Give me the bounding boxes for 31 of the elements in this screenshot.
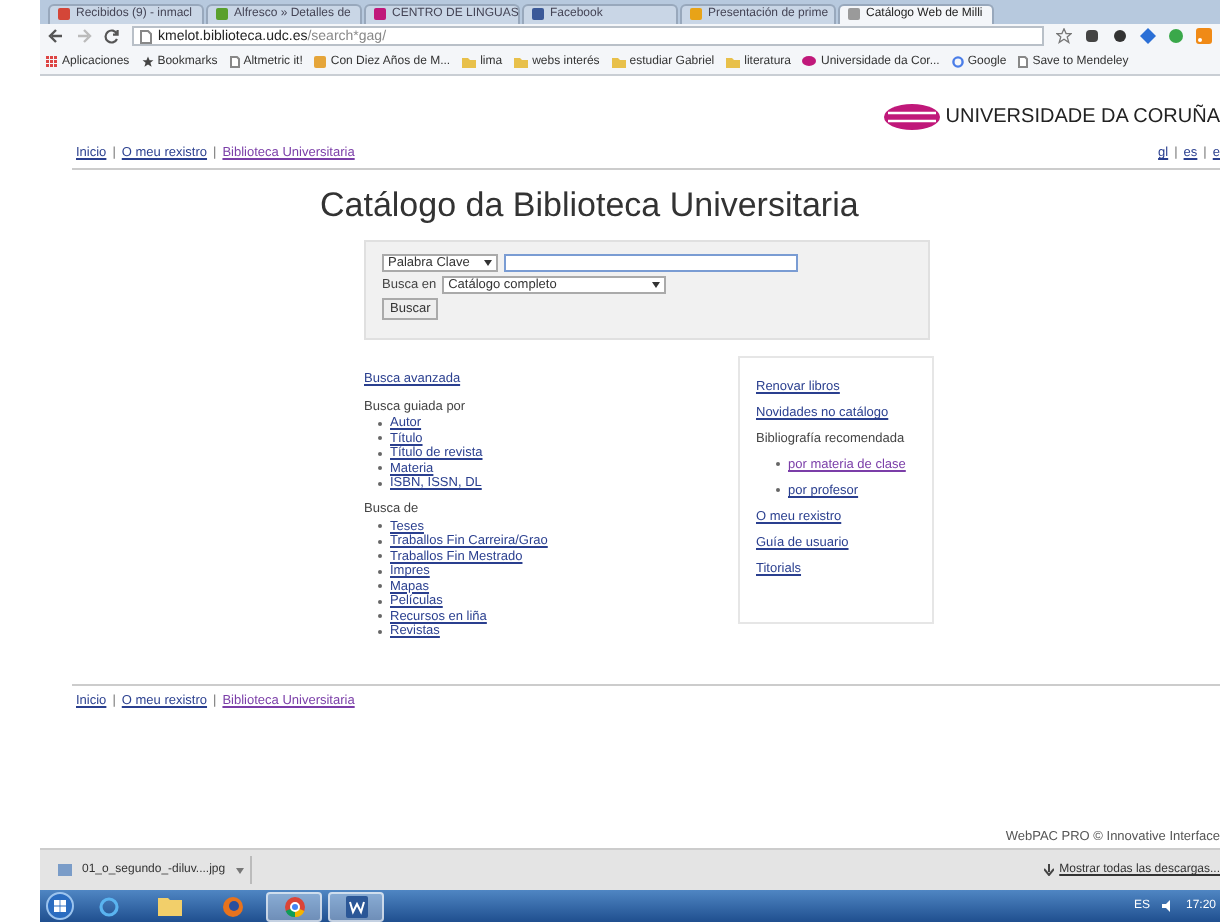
volume-icon[interactable] <box>1161 900 1174 912</box>
university-logo-icon <box>883 104 940 131</box>
folder-icon <box>462 55 477 68</box>
apps-grid-icon <box>46 55 58 68</box>
page-title: Catálogo da Biblioteca Universitaria <box>320 185 861 226</box>
star-icon <box>141 55 154 68</box>
folder-icon <box>611 55 626 68</box>
logo-icon <box>802 56 817 67</box>
reload-icon[interactable] <box>104 28 120 45</box>
caret-icon <box>484 259 492 266</box>
download-icon <box>1043 864 1054 877</box>
image-file-icon <box>58 864 72 877</box>
star-icon[interactable] <box>1056 28 1072 45</box>
word-icon[interactable] <box>345 895 367 917</box>
university-name: UNIVERSIDADE DA CORUÑA <box>945 106 1220 129</box>
folder-icon <box>726 55 741 68</box>
folder-icon <box>514 55 529 68</box>
caret-icon[interactable] <box>235 867 244 874</box>
folder-icon[interactable] <box>158 896 182 916</box>
back-icon[interactable] <box>48 28 64 45</box>
page-icon <box>229 55 240 68</box>
chrome-icon[interactable] <box>283 895 305 917</box>
google-icon <box>951 55 964 68</box>
start-button[interactable] <box>46 892 74 920</box>
search-input[interactable] <box>504 253 798 272</box>
browser-e-icon[interactable] <box>97 895 119 917</box>
firefox-icon[interactable] <box>221 895 243 917</box>
page-icon <box>1018 55 1029 68</box>
site-icon <box>314 55 327 68</box>
caret-icon <box>652 281 661 288</box>
feed-icon[interactable] <box>1196 28 1212 45</box>
